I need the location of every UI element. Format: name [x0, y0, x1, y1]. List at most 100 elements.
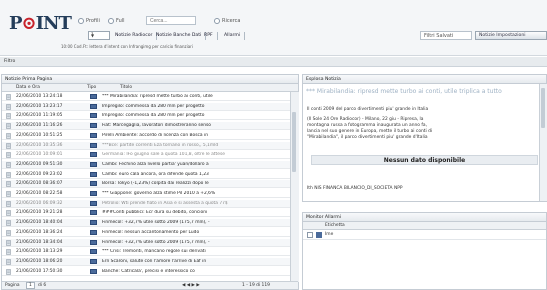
tab-notizie-radiocor[interactable]: Notizie Radiocor	[111, 32, 158, 40]
column-header-date[interactable]: Data e Ora	[16, 85, 40, 90]
scrollbar[interactable]	[290, 92, 299, 282]
saved-filters-label: Filtri Salvati	[424, 33, 454, 39]
row-date: 21/06/2010 18:36:24	[16, 229, 63, 235]
news-type-icon	[90, 103, 97, 109]
news-icon	[6, 259, 11, 265]
preview-tags: Ith NIS FINANCA BILANCIO_DI_SOCIETA NPP	[307, 186, 403, 191]
tab-allarmi[interactable]: Allarmi	[220, 32, 246, 40]
radio-profili[interactable]: Profili	[78, 17, 100, 25]
row-date: 22/06/2010 10:51:25	[16, 132, 63, 138]
alarm-icon	[316, 232, 322, 238]
row-date: 21/06/2010 18:13:29	[16, 249, 63, 255]
table-row[interactable]: 22/06/2010 09:51:30 Cambi: Fechino alza l…	[2, 160, 290, 169]
table-row[interactable]: 22/06/2010 13:24:18 *** Mirabilandia: rip…	[2, 93, 290, 101]
preview-headline: *** Mirabilandia: ripresd mette turbo ai…	[306, 88, 502, 95]
column-header-title[interactable]: Titolo	[120, 85, 132, 90]
table-row[interactable]: 22/06/2010 10:35:36 ***Bce: partite corre…	[2, 141, 290, 150]
saved-filters-select[interactable]: Filtri Salvati	[420, 31, 472, 40]
news-icon	[6, 249, 11, 255]
column-header-label[interactable]: Etichetta	[325, 223, 345, 228]
pager: Pagina 1 di 6 ◀ ◀ ▶ ▶ 1 - 19 di 119	[2, 281, 298, 289]
radio-full[interactable]: Full	[108, 17, 125, 25]
radio-ricerca[interactable]: Ricerca	[214, 17, 240, 25]
preview-line: "Mirabilandia", il parco divertimenti pi…	[307, 135, 428, 140]
row-title: Fiat: Marcegaglia, lavoratori dimostrera…	[102, 123, 211, 129]
news-icon	[6, 181, 11, 188]
radio-icon	[108, 18, 114, 24]
row-date: 22/06/2010 08:22:58	[16, 191, 63, 196]
alarms-panel: Monitor Allarmi Etichetta Ime	[302, 212, 547, 290]
preview-line: montagna russa a fotogramma inaugurata u…	[307, 123, 427, 128]
preview-line: lancia nel suo genere in Europa, mette i…	[307, 129, 433, 134]
breadcrumb: 10:00 Cod.Ft: lettera d'intent con Infra…	[61, 44, 193, 49]
table-row[interactable]: 21/06/2010 17:50:30 Banche: Catricala', p…	[2, 268, 290, 276]
row-date: 21/06/2010 17:50:30	[16, 268, 63, 274]
row-title: Cambi: Fechino alza livello partia' yuan…	[102, 161, 209, 167]
table-row[interactable]: 21/06/2010 18:13:29 *** Crisi: Tremonti, …	[2, 248, 290, 257]
news-icon	[6, 220, 11, 226]
row-title: Pirelli Ambiente: accordo di licenza con…	[102, 132, 209, 138]
table-row[interactable]: 22/06/2010 11:16:26 Fiat: Marcegaglia, la…	[2, 122, 290, 131]
scrollbar[interactable]	[539, 84, 547, 201]
row-title: *** Mirabilandia: ripresd mette turbo ai…	[102, 94, 213, 99]
news-icon	[6, 171, 11, 178]
news-icon	[6, 230, 11, 236]
row-date: 21/06/2010 18:40:04	[16, 220, 63, 226]
radio-full-label: Full	[116, 18, 125, 24]
row-title: Finmecol: +32,7% utile sotto 2009 (175,7…	[102, 220, 210, 226]
news-icon	[6, 103, 11, 110]
table-row[interactable]: 22/06/2010 08:36:07 Borsa: Tokyo (-1,23%)…	[2, 180, 290, 189]
table-row[interactable]: 22/06/2010 10:51:25 Pirelli Ambiente: acc…	[2, 132, 290, 140]
table-row[interactable]: 22/06/2010 11:19:05 Impregilo: commessa d…	[2, 112, 290, 121]
row-title: Germania: IFo giugno sale a quota 101,8,…	[102, 152, 225, 158]
news-type-icon	[90, 258, 97, 264]
row-title: Cambi: euro cala ancora, ora difende quo…	[102, 171, 209, 177]
row-date: 22/06/2010 10:09:01	[16, 152, 63, 158]
search-input[interactable]	[146, 16, 196, 25]
radio-icon	[214, 18, 220, 24]
news-list-panel: Notizie Prima Pagina Data e Ora Tipo Tit…	[1, 74, 299, 290]
tab-rpf[interactable]: RPF	[200, 32, 218, 40]
row-date: 22/06/2010 11:16:26	[16, 123, 63, 129]
table-row[interactable]: 21/06/2010 18:36:24 Finmecol: nessun acca…	[2, 229, 290, 237]
table-row[interactable]: 21/06/2010 18:34:04 Finmecol: +32,7% util…	[2, 238, 290, 247]
table-row[interactable]: 21/06/2010 18:06:20 Ern Scaroni, salute c…	[2, 257, 290, 266]
filter-bar[interactable]: Filtro	[0, 57, 547, 67]
row-title: *** Giappone: governo alza stime PiI 201…	[102, 191, 216, 196]
checkbox[interactable]	[307, 232, 313, 238]
news-icon	[6, 210, 11, 217]
table-row[interactable]: 22/06/2010 08:22:58 *** Giappone: governo…	[2, 190, 290, 198]
scrollbar-thumb[interactable]	[292, 112, 296, 172]
impostazioni-button[interactable]: Notizie Impostazioni	[475, 31, 547, 40]
row-title: *** Crisi: Tremonti, mancano regole sui …	[102, 249, 206, 255]
news-type-icon	[90, 171, 97, 177]
news-icon	[6, 239, 11, 246]
news-type-icon	[90, 210, 97, 216]
radio-profili-label: Profili	[86, 18, 100, 24]
scrollbar-thumb[interactable]	[541, 88, 545, 128]
news-type-icon	[90, 94, 97, 99]
pager-nav[interactable]: ◀ ◀ ▶ ▶	[182, 283, 200, 288]
column-header-type[interactable]: Tipo	[87, 85, 96, 90]
table-row[interactable]: 22/06/2010 10:09:01 Germania: IFo giugno …	[2, 151, 290, 160]
news-type-icon	[90, 132, 97, 138]
table-row[interactable]: 22/06/2010 09:23:02 Cambi: euro cala anco…	[2, 171, 290, 179]
preview-line: (Il Sole 24 Ore Radiocor) - Milano, 22 g…	[307, 117, 424, 122]
alarm-row[interactable]: Ime	[303, 231, 546, 240]
row-date: 22/06/2010 13:23:17	[16, 103, 63, 109]
page-input[interactable]: 1	[26, 282, 35, 289]
table-row[interactable]: 21/06/2010 19:21:28 ###Conti pubblici: Ec…	[2, 209, 290, 218]
no-data-message: Nessun dato disponibile	[311, 155, 538, 165]
tab-notizie-banche-dati[interactable]: Notizie Banche Dati	[152, 32, 207, 40]
news-type-icon	[90, 229, 97, 235]
news-type-icon	[90, 268, 97, 274]
row-date: 21/06/2010 19:21:28	[16, 210, 63, 216]
logo-text: P⊙INT	[9, 13, 72, 34]
view-select[interactable]: 1 ▼	[88, 31, 110, 40]
row-title: Impregilo: commessa da 280 mln per proge…	[102, 103, 205, 109]
table-row[interactable]: 22/06/2010 13:23:17 Impregilo: commessa d…	[2, 102, 290, 111]
table-row[interactable]: 21/06/2010 18:40:04 Finmecol: +32,7% util…	[2, 219, 290, 228]
news-type-icon	[90, 181, 97, 187]
news-icon	[6, 200, 11, 207]
table-row[interactable]: 22/06/2010 06:09:32 Petrolio: Wti prende …	[2, 199, 290, 208]
